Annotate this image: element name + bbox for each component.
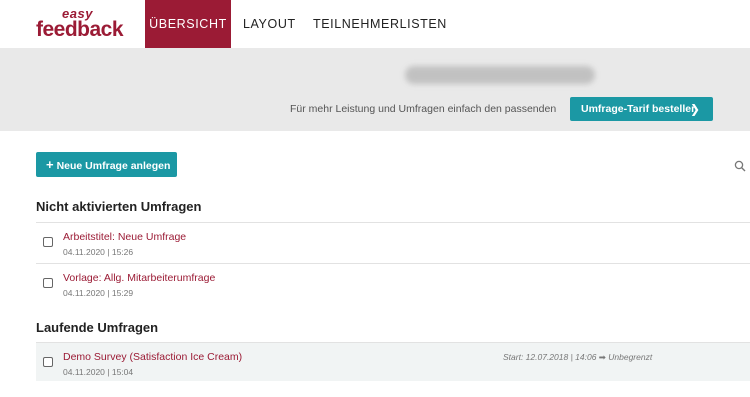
order-plan-label: Umfrage-Tarif bestellen (581, 103, 698, 115)
survey-date: 04.11.2020 | 15:04 (63, 367, 134, 377)
new-survey-button[interactable]: + Neue Umfrage anlegen (36, 152, 177, 177)
blurred-greeting (405, 66, 595, 84)
survey-title[interactable]: Demo Survey (Satisfaction Ice Cream) (63, 351, 242, 363)
easyfeedback-logo[interactable]: easy feedback (36, 6, 124, 41)
survey-runtime: Start: 12.07.2018 | 14:06 ➡ Unbegrenzt (503, 352, 653, 362)
new-survey-label: Neue Umfrage anlegen (56, 160, 171, 172)
survey-checkbox[interactable] (43, 237, 53, 247)
survey-date: 04.11.2020 | 15:26 (63, 247, 134, 257)
tab-teilnehmerlisten[interactable]: TEILNEHMERLISTEN (313, 0, 447, 48)
chevron-right-icon: ❯ (689, 102, 700, 116)
plus-icon: + (46, 157, 54, 172)
list-item[interactable]: Vorlage: Allg. Mitarbeiterumfrage 04.11.… (36, 263, 750, 304)
tab-layout[interactable]: LAYOUT (243, 0, 296, 48)
section-title-inactive: Nicht aktivierten Umfragen (36, 199, 202, 214)
survey-checkbox[interactable] (43, 357, 53, 367)
top-navigation: easy feedback ÜBERSICHT LAYOUT TEILNEHME… (0, 0, 750, 48)
survey-title[interactable]: Vorlage: Allg. Mitarbeiterumfrage (63, 272, 215, 284)
list-item[interactable]: Arbeitstitel: Neue Umfrage 04.11.2020 | … (36, 222, 750, 263)
list-item[interactable]: Demo Survey (Satisfaction Ice Cream) 04.… (36, 342, 750, 381)
order-plan-button[interactable]: Umfrage-Tarif bestellen ❯ (570, 97, 713, 121)
logo-feedback-text: feedback (36, 18, 124, 41)
survey-date: 04.11.2020 | 15:29 (63, 288, 134, 298)
promo-text: Für mehr Leistung und Umfragen einfach d… (290, 103, 557, 115)
search-icon[interactable] (734, 160, 746, 172)
section-title-running: Laufende Umfragen (36, 320, 159, 335)
survey-title[interactable]: Arbeitstitel: Neue Umfrage (63, 231, 186, 243)
survey-checkbox[interactable] (43, 278, 53, 288)
tab-uebersicht[interactable]: ÜBERSICHT (145, 0, 231, 48)
